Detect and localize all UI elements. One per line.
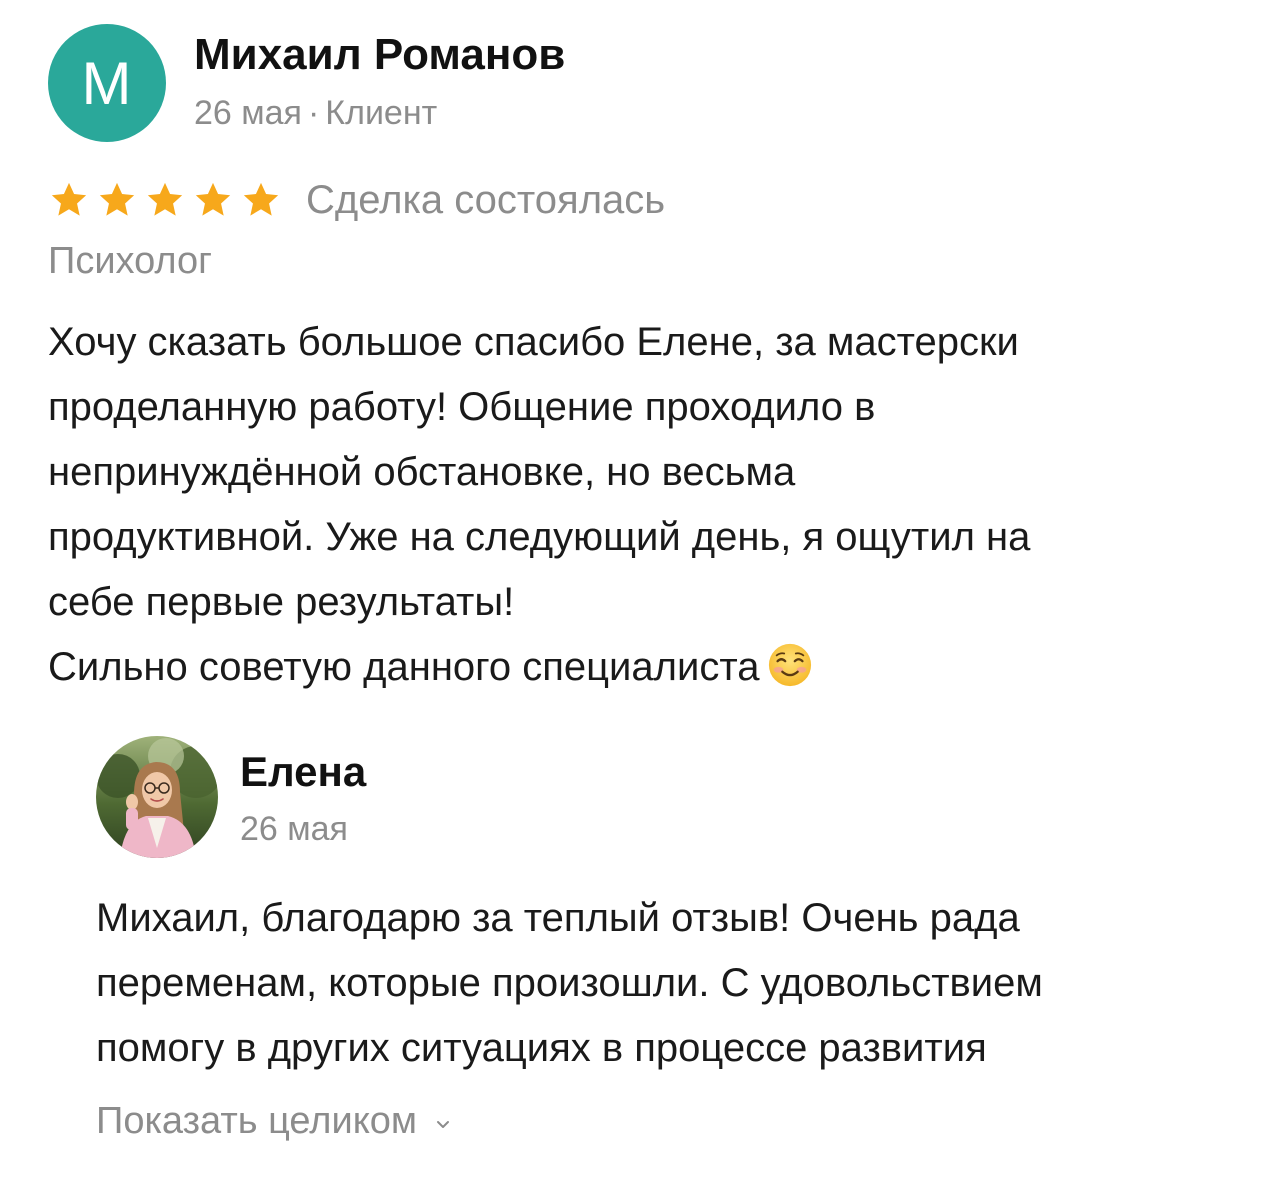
author-avatar[interactable]: М [48,24,166,142]
review-text: Хочу сказать большое спасибо Елене, за м… [48,310,1238,700]
review-text-line: продуктивной. Уже на следующий день, я о… [48,515,1031,559]
chevron-down-icon [437,1120,450,1128]
user-photo-avatar [96,736,218,858]
reply-text-line: переменам, которые произошли. С удовольс… [96,961,1043,1005]
reply-text: Михаил, благодарю за теплый отзыв! Очень… [96,886,1226,1081]
star-icon [99,182,135,216]
author-meta: 26 мая · Клиент [194,94,437,133]
service-category: Психолог [48,240,213,282]
deal-status: Сделка состоялась [306,177,666,222]
author-role: Клиент [325,94,438,132]
show-full-button[interactable]: Показать целиком [96,1100,451,1143]
star-icon [195,182,231,216]
star-rating [48,179,282,221]
review-text-line: Сильно советую данного специалиста [48,645,760,689]
star-icon [51,182,87,216]
rating-row: Сделка состоялась [48,172,665,228]
star-icon [243,182,279,216]
reply-text-line: помогу в других ситуациях в процессе раз… [96,1026,987,1070]
reply-date: 26 мая [240,810,348,848]
star-icon [147,182,183,216]
reply-avatar[interactable] [96,736,218,858]
author-initial: М [81,49,133,117]
smiling-face-icon [769,643,812,687]
review-text-line: непринуждённой обстановке, но весьма [48,450,796,494]
review-date: 26 мая [194,94,302,132]
meta-separator: · [307,94,320,132]
review-text-last-line: Сильно советую данного специалиста [48,635,1238,700]
author-name[interactable]: Михаил Романов [194,30,565,80]
show-full-label: Показать целиком [96,1100,418,1142]
review-text-line: себе первые результаты! [48,580,515,624]
reply-author-name[interactable]: Елена [240,748,366,796]
review-text-line: Хочу сказать большое спасибо Елене, за м… [48,320,1019,364]
reply-text-line: Михаил, благодарю за теплый отзыв! Очень… [96,896,1020,940]
review-text-line: проделанную работу! Общение проходило в [48,385,876,429]
